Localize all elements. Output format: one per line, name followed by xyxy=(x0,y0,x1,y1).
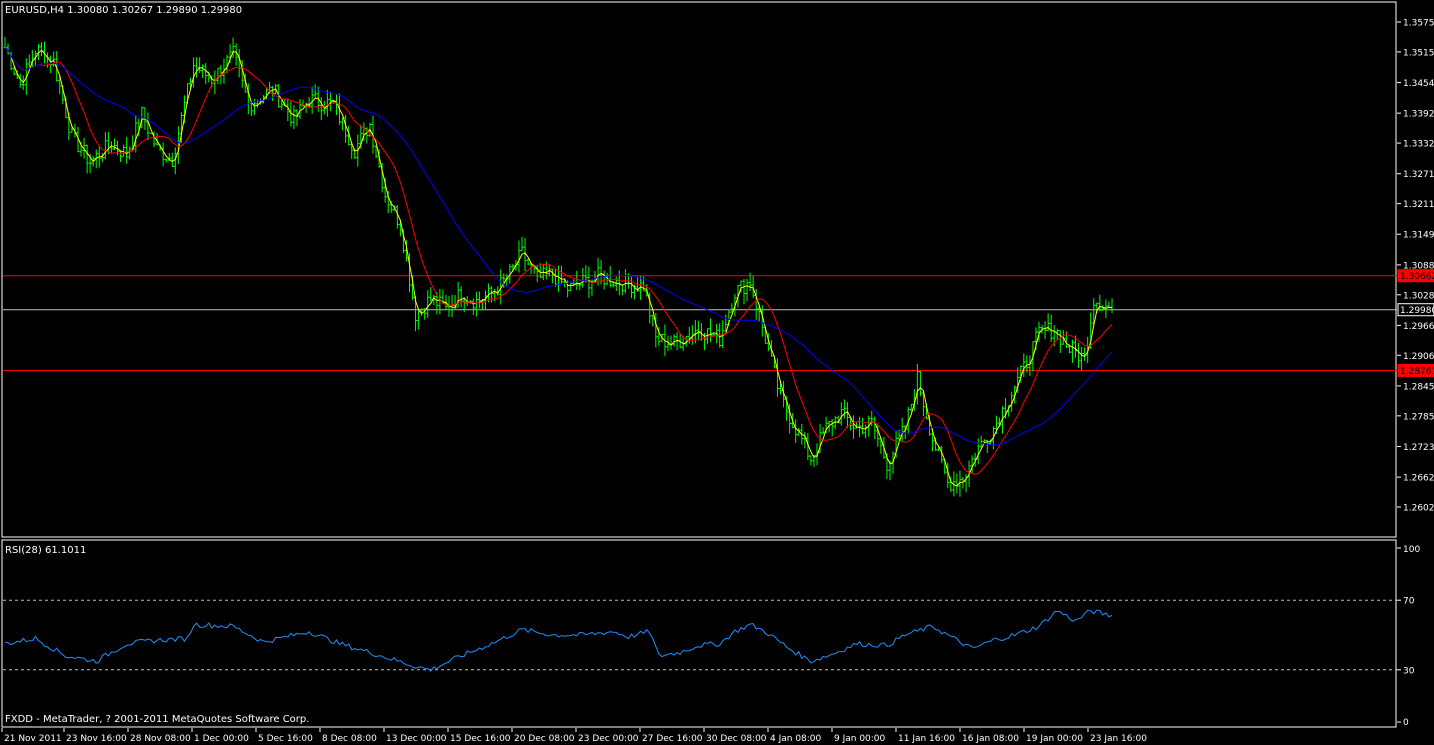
trading-chart: 1.35755 1.35155 1.34540 1.33925 1.33325 1.327… xyxy=(0,0,1434,745)
price-tick-label: 1.28450 xyxy=(1403,382,1434,392)
time-tick-label: 1 Dec 00:00 xyxy=(194,734,249,744)
time-tick-label: 30 Dec 08:00 xyxy=(706,734,767,744)
price-tick-label: 1.34540 xyxy=(1403,79,1434,89)
time-tick-label: 27 Dec 16:00 xyxy=(642,734,703,744)
price-tick-label: 1.27850 xyxy=(1403,412,1434,422)
rsi-tick-label: 0 xyxy=(1403,718,1409,728)
time-tick-label: 21 Nov 2011 xyxy=(4,734,62,744)
time-tick-label: 28 Nov 08:00 xyxy=(130,734,191,744)
price-tick-label: 1.32110 xyxy=(1403,200,1434,210)
chart-background xyxy=(0,0,1434,745)
time-tick-label: 8 Dec 08:00 xyxy=(322,734,377,744)
time-tick-label: 11 Jan 16:00 xyxy=(898,734,955,744)
price-panel-header: EURUSD,H4 1.30080 1.30267 1.29890 1.2998… xyxy=(5,5,242,16)
rsi-tick-label: 100 xyxy=(1403,545,1420,555)
time-tick-label: 19 Jan 00:00 xyxy=(1026,734,1083,744)
price-tick-label: 1.35755 xyxy=(1403,19,1434,29)
price-tick-label: 1.33325 xyxy=(1403,140,1434,150)
price-tick-label: 1.33925 xyxy=(1403,110,1434,120)
time-tick-label: 16 Jan 08:00 xyxy=(962,734,1019,744)
time-tick-label: 15 Dec 16:00 xyxy=(450,734,511,744)
price-tick-label: 1.31495 xyxy=(1403,231,1434,241)
price-line-label: 1.28761 xyxy=(1400,367,1434,377)
price-tick-label: 1.35155 xyxy=(1403,48,1434,58)
time-tick-label: 23 Jan 16:00 xyxy=(1090,734,1147,744)
rsi-tick-label: 70 xyxy=(1403,597,1415,607)
time-tick-label: 23 Nov 16:00 xyxy=(66,734,127,744)
rsi-tick-label: 30 xyxy=(1403,666,1415,676)
time-tick-label: 13 Dec 00:00 xyxy=(386,734,447,744)
time-tick-label: 20 Dec 08:00 xyxy=(514,734,575,744)
rsi-panel-header: RSI(28) 61.1011 xyxy=(5,545,86,556)
price-tick-label: 1.26620 xyxy=(1403,474,1434,484)
price-line-label: 1.30662 xyxy=(1400,272,1434,282)
time-tick-label: 23 Dec 00:00 xyxy=(578,734,639,744)
price-tick-label: 1.27235 xyxy=(1403,443,1434,453)
time-tick-label: 9 Jan 00:00 xyxy=(834,734,886,744)
price-tick-label: 1.32710 xyxy=(1403,170,1434,180)
price-tick-label: 1.26020 xyxy=(1403,504,1434,514)
price-tick-label: 1.29665 xyxy=(1403,322,1434,332)
footer-copyright: FXDD - MetaTrader, ? 2001-2011 MetaQuote… xyxy=(5,714,309,725)
time-tick-label: 5 Dec 16:00 xyxy=(258,734,313,744)
price-tick-label: 1.30280 xyxy=(1403,291,1434,301)
time-tick-label: 4 Jan 08:00 xyxy=(770,734,822,744)
price-line-label: 1.29980 xyxy=(1400,306,1434,316)
price-tick-label: 1.29065 xyxy=(1403,352,1434,362)
